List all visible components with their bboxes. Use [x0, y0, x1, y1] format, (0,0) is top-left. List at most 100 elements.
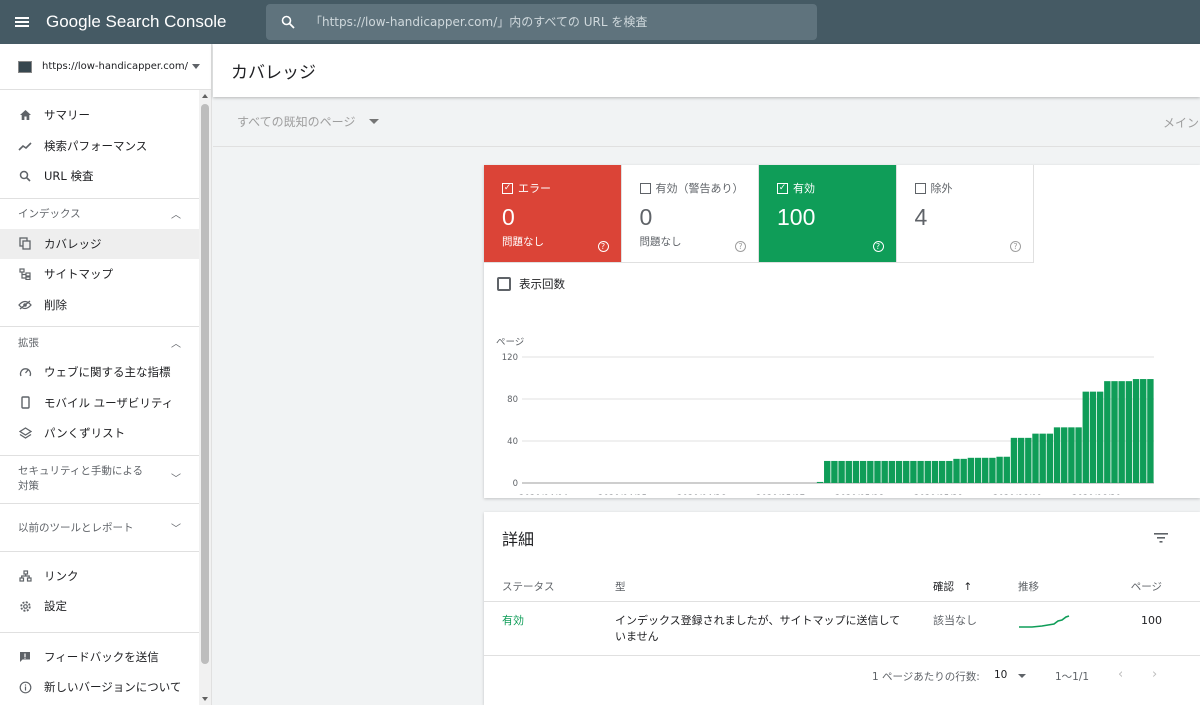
menu-button[interactable] — [0, 0, 44, 44]
chart-bar — [1104, 381, 1111, 483]
tile-valid-with-warnings[interactable]: 有効（警告あり） 0 問題なし ? — [621, 165, 759, 263]
row-type: インデックス登録されましたが、サイトマップに送信していません — [615, 614, 901, 643]
details-title: 詳細 — [502, 530, 535, 549]
phone-icon — [18, 396, 32, 410]
section-security[interactable]: セキュリティと手動による 対策 ﹀ — [0, 454, 199, 503]
property-selector[interactable]: https://low-handicapper.com/ — [0, 44, 211, 90]
chart-bar — [903, 460, 910, 483]
section-index[interactable]: インデックス ︿ — [0, 197, 199, 229]
y-axis-label: ページ — [496, 337, 524, 348]
app-title[interactable]: Google Search Console — [46, 12, 261, 32]
tile-value: 0 — [639, 204, 653, 230]
chevron-up-icon: ︿ — [171, 210, 181, 221]
column-pages[interactable]: ページ — [1131, 579, 1162, 594]
sidebar-item-url-inspection[interactable]: URL 検査 — [0, 161, 199, 192]
help-icon[interactable]: ? — [872, 241, 884, 252]
impressions-toggle[interactable]: 表示回数 — [497, 276, 565, 292]
y-tick-label: 0 — [513, 479, 518, 489]
section-legacy-tools[interactable]: 以前のツールとレポート ﹀ — [0, 502, 199, 551]
filter-icon[interactable] — [1154, 532, 1168, 546]
sidebar-item-label: カバレッジ — [44, 236, 102, 251]
chart-bar — [1125, 381, 1133, 483]
table-row[interactable]: 有効 インデックス登録されましたが、サイトマップに送信していません 該当なし 1… — [484, 603, 1200, 656]
chart-bar — [953, 458, 960, 483]
checkbox-unchecked-icon[interactable] — [497, 277, 511, 291]
page-title: カバレッジ — [213, 44, 1200, 97]
sidebar-scrollbar[interactable] — [199, 90, 211, 705]
chart-bar — [895, 460, 903, 483]
scrollbar-thumb[interactable] — [201, 104, 209, 664]
row-status: 有効 — [502, 614, 524, 627]
scroll-up-arrow-icon[interactable] — [202, 94, 208, 98]
checkbox-checked-icon[interactable]: ✓ — [777, 182, 788, 194]
checkbox-checked-icon[interactable]: ✓ — [502, 182, 513, 194]
sidebar-item-performance[interactable]: 検索パフォーマンス — [0, 131, 199, 162]
column-status[interactable]: ステータス — [502, 579, 555, 594]
checkbox-unchecked-icon[interactable] — [639, 182, 651, 194]
tile-excluded[interactable]: 除外 4 ? — [896, 165, 1034, 263]
page-filter-dropdown[interactable]: すべての既知のページ — [237, 113, 355, 130]
tile-label: 有効 — [793, 182, 815, 195]
x-tick-label: 2020/05/29 — [914, 494, 963, 495]
y-tick-label: 80 — [507, 395, 518, 405]
section-label-line-2: 対策 — [18, 480, 39, 492]
sidebar-item-feedback[interactable]: フィードバックを送信 — [0, 642, 199, 673]
rows-per-page-select[interactable]: 10 — [994, 669, 1007, 681]
scroll-down-arrow-icon[interactable] — [202, 697, 208, 701]
next-page-icon[interactable]: › — [1152, 667, 1157, 682]
chevron-down-icon: ﹀ — [171, 473, 181, 485]
tile-error[interactable]: ✓ エラー 0 問題なし ? — [484, 165, 622, 263]
section-label: 以前のツールとレポート — [18, 521, 134, 534]
y-tick-label: 120 — [502, 353, 518, 363]
sidebar-item-sitemaps[interactable]: サイトマップ — [0, 259, 199, 290]
sidebar-item-summary[interactable]: サマリー — [0, 100, 199, 131]
chart-bar — [917, 460, 924, 483]
sidebar-item-core-web-vitals[interactable]: ウェブに関する主な指標 — [0, 357, 199, 388]
column-trend: 推移 — [1018, 581, 1039, 593]
sidebar-item-label: ウェブに関する主な指標 — [44, 365, 171, 380]
chevron-down-icon[interactable] — [1018, 674, 1026, 678]
sidebar: https://low-handicapper.com/ サマリー 検索パフォー… — [0, 44, 212, 705]
sidebar-item-coverage[interactable]: カバレッジ — [0, 228, 199, 259]
home-icon — [18, 108, 32, 122]
search-input[interactable] — [310, 15, 790, 29]
tile-valid[interactable]: ✓ 有効 100 ? — [759, 165, 897, 263]
search-icon — [266, 15, 310, 29]
chevron-down-icon[interactable] — [369, 119, 380, 124]
sidebar-item-about-new-version[interactable]: 新しいバージョンについて — [0, 672, 199, 703]
sidebar-item-mobile-usability[interactable]: モバイル ユーザビリティ — [0, 388, 199, 419]
chart-bar — [838, 460, 845, 483]
sidebar-item-label: フィードバックを送信 — [44, 649, 159, 664]
sidebar-item-label: 削除 — [44, 297, 67, 312]
sidebar-item-label: 新しいバージョンについて — [44, 680, 182, 695]
column-confirm[interactable]: 確認 ↑ — [933, 579, 972, 594]
sidebar-item-links[interactable]: リンク — [0, 561, 199, 592]
index-crawler-label[interactable]: メイン — [1163, 114, 1199, 131]
url-inspect-search[interactable] — [266, 4, 817, 40]
sidebar-item-breadcrumbs[interactable]: パンくずリスト — [0, 418, 199, 449]
help-icon[interactable]: ? — [735, 241, 746, 252]
section-label: セキュリティと手動による 対策 — [18, 464, 143, 494]
sidebar-item-removals[interactable]: 削除 — [0, 290, 199, 321]
trend-sparkline — [1018, 613, 1070, 634]
info-icon — [18, 680, 32, 694]
prev-page-icon[interactable]: ‹ — [1118, 667, 1123, 682]
section-enhancements[interactable]: 拡張 ︿ — [0, 326, 199, 357]
eye-off-icon — [18, 298, 32, 312]
chart-bar — [1075, 427, 1082, 483]
main-content: カバレッジ すべての既知のページ メイン ✓ エラー 0 問題なし ? 有効（警告… — [213, 44, 1200, 705]
tile-label: エラー — [518, 182, 551, 195]
column-type[interactable]: 型 — [615, 579, 905, 594]
chart-bar — [888, 460, 896, 483]
chart-bar — [816, 481, 824, 483]
chart-bar — [996, 456, 1003, 483]
sidebar-item-settings[interactable]: 設定 — [0, 591, 199, 622]
chevron-up-icon: ︿ — [171, 338, 181, 350]
checkbox-unchecked-icon[interactable] — [914, 182, 926, 194]
tile-value: 4 — [914, 204, 928, 230]
chart-bar — [960, 458, 967, 483]
coverage-chart-card: ✓ エラー 0 問題なし ? 有効（警告あり） 0 問題なし ? ✓ 有効 100 … — [484, 165, 1200, 498]
help-icon[interactable]: ? — [1010, 241, 1021, 252]
row-confirm: 該当なし — [933, 614, 977, 627]
help-icon[interactable]: ? — [597, 241, 609, 252]
